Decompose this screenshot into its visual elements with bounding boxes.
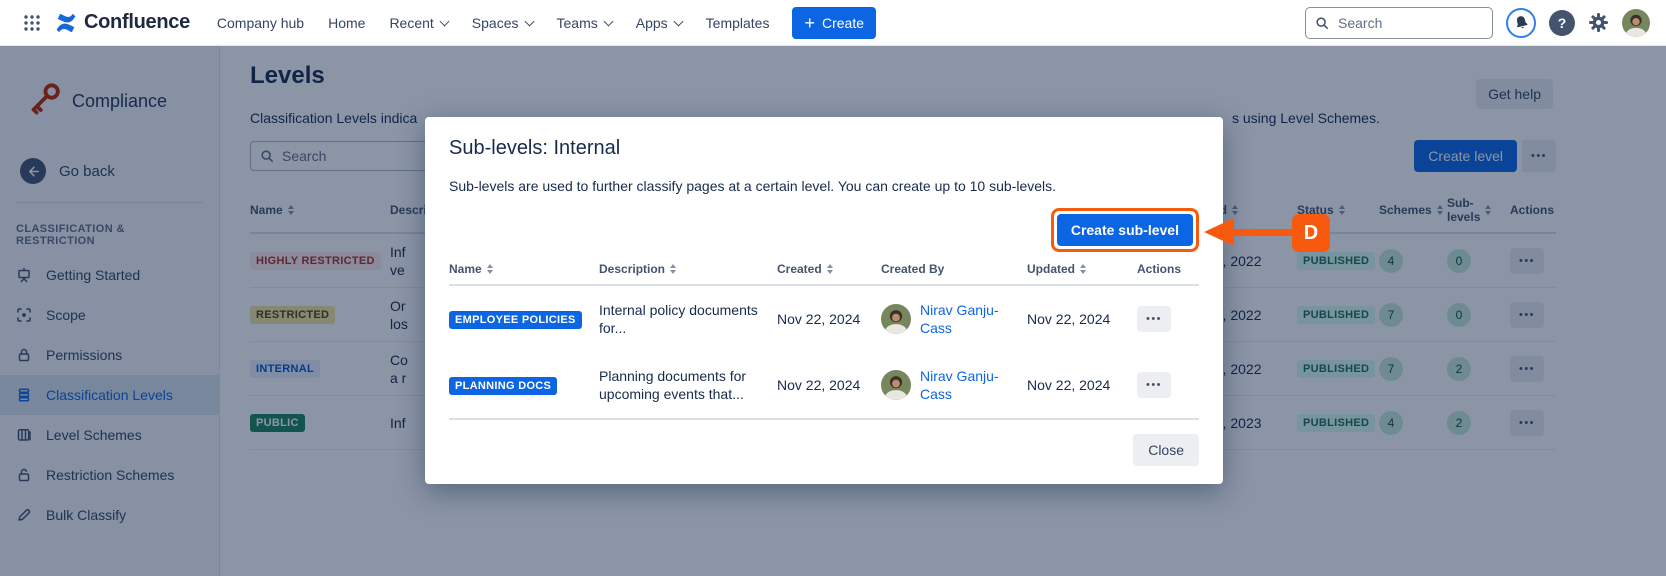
chevron-down-icon [603, 16, 613, 26]
user-avatar [881, 370, 911, 400]
sub-level-row: EMPLOYEE POLICIES Internal policy docume… [449, 286, 1199, 352]
confluence-logo-icon [54, 11, 78, 35]
gear-icon [1588, 12, 1609, 33]
sub-levels-modal: Sub-levels: Internal Sub-levels are used… [425, 117, 1223, 484]
annotation-arrow-shaft [1230, 229, 1292, 236]
page-content: Compliance Go back CLASSIFICATION & REST… [0, 46, 1666, 576]
chevron-down-icon [524, 16, 534, 26]
bell-icon [1512, 13, 1530, 31]
column-header-actions: Actions [1137, 262, 1199, 276]
sort-icon [827, 264, 833, 274]
sub-level-row: PLANNING DOCS Planning documents for upc… [449, 352, 1199, 418]
app-switcher-icon[interactable] [16, 9, 48, 37]
nav-item-home[interactable]: Home [317, 7, 376, 39]
column-header-created-by: Created By [881, 262, 1027, 276]
close-button[interactable]: Close [1133, 434, 1199, 466]
chevron-down-icon [439, 16, 449, 26]
settings-button[interactable] [1588, 12, 1609, 33]
created-by-link[interactable]: Nirav Ganju-Cass [920, 367, 1012, 403]
created-cell: Nov 22, 2024 [777, 311, 881, 327]
help-button[interactable]: ? [1549, 10, 1575, 36]
row-actions-button[interactable]: ••• [1137, 372, 1171, 398]
nav-item-teams[interactable]: Teams [546, 7, 623, 39]
updated-cell: Nov 22, 2024 [1027, 311, 1137, 327]
notifications-button[interactable] [1506, 8, 1536, 38]
sub-level-badge: PLANNING DOCS [449, 377, 557, 395]
user-avatar [881, 304, 911, 334]
search-icon [1315, 16, 1329, 30]
plus-icon: + [804, 14, 815, 32]
chevron-down-icon [673, 16, 683, 26]
modal-title: Sub-levels: Internal [449, 137, 1199, 160]
updated-cell: Nov 22, 2024 [1027, 377, 1137, 393]
annotation-highlight-box: Create sub-level [1051, 208, 1199, 252]
column-header-updated[interactable]: Updated [1027, 262, 1137, 276]
created-by-link[interactable]: Nirav Ganju-Cass [920, 301, 1012, 337]
user-avatar[interactable] [1622, 9, 1650, 37]
create-sub-level-button[interactable]: Create sub-level [1057, 214, 1193, 246]
sub-level-description: Internal policy documents for... [599, 301, 761, 337]
modal-table-header: Name Description Created Created By Upda… [449, 262, 1199, 286]
nav-item-company-hub[interactable]: Company hub [206, 7, 315, 39]
created-by-cell: Nirav Ganju-Cass [881, 301, 1027, 337]
column-header-name[interactable]: Name [449, 262, 599, 276]
sort-icon [487, 264, 493, 274]
row-actions-button[interactable]: ••• [1137, 306, 1171, 332]
modal-description: Sub-levels are used to further classify … [449, 178, 1199, 194]
column-header-created[interactable]: Created [777, 262, 881, 276]
sub-level-description: Planning documents for upcoming events t… [599, 367, 761, 403]
search-input[interactable] [1336, 14, 1465, 32]
sort-icon [670, 264, 676, 274]
top-nav: Confluence Company hub Home Recent Space… [0, 0, 1666, 46]
column-header-description[interactable]: Description [599, 262, 777, 276]
nav-item-recent[interactable]: Recent [378, 7, 458, 39]
nav-item-apps[interactable]: Apps [625, 7, 693, 39]
nav-item-spaces[interactable]: Spaces [461, 7, 544, 39]
confluence-logo[interactable]: Confluence [54, 11, 190, 35]
created-by-cell: Nirav Ganju-Cass [881, 367, 1027, 403]
created-cell: Nov 22, 2024 [777, 377, 881, 393]
nav-item-templates[interactable]: Templates [695, 7, 781, 39]
create-button[interactable]: + Create [792, 7, 876, 39]
annotation-label: D [1292, 214, 1330, 252]
sort-icon [1080, 264, 1086, 274]
sub-level-badge: EMPLOYEE POLICIES [449, 311, 582, 329]
global-search[interactable] [1305, 7, 1493, 39]
logo-text: Confluence [84, 11, 190, 34]
